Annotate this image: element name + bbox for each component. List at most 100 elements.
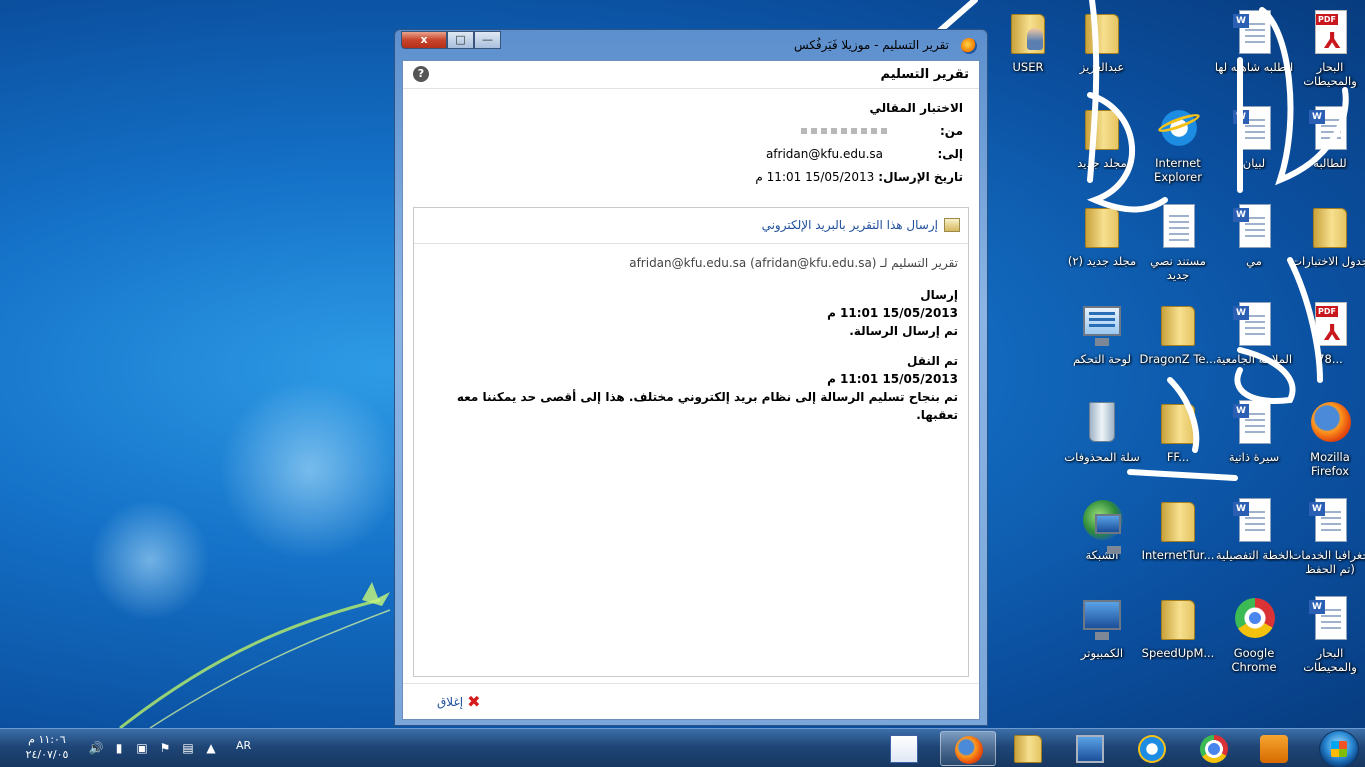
taskbar-button[interactable] [1246,731,1302,766]
start-button[interactable] [1319,730,1359,767]
firefox-icon [955,736,983,764]
desktop-icon-label: SpeedUpM... [1141,646,1215,660]
system-clock[interactable]: ١١:٠٦ م ٢٤/٠٧/٠٥ [16,732,78,762]
send-report-link[interactable]: إرسال هذا التقرير بالبريد الإلكتروني [762,218,938,232]
desktop-icon-label: سلة المحذوفات [1064,450,1140,464]
computer-icon [1079,594,1125,644]
desktop-icon[interactable]: مجلد جديد [1062,100,1142,192]
desktop-icon[interactable]: عبدالعزيز [1062,4,1142,96]
send-mail-icon [944,218,960,232]
word-icon [890,735,918,763]
desktop-icon[interactable]: Mozilla Firefox [1290,394,1365,486]
folder-icon [1079,202,1125,252]
folder-icon [1079,104,1125,154]
desktop-icon[interactable]: مجلد جديد (٢) [1062,198,1142,290]
desktop-icon-label: 78... [1317,352,1343,366]
event-text: تم إرسال الرسالة. [849,324,958,338]
from-value-redacted [801,128,891,134]
firefox-icon [1307,398,1353,448]
signal-icon[interactable]: ▮ [111,740,127,756]
date-label: تاريخ الإرسال: [878,170,963,184]
desktop-icon[interactable]: الكمبيوتر [1062,590,1142,682]
desktop-icon-label: الكمبيوتر [1080,646,1124,660]
event-relay: تم النقل 15/05/2013 11:01 م تم بنجاح تسل… [424,352,958,424]
desktop-icon[interactable]: USER [988,4,1068,96]
internet-explorer-icon [1138,735,1166,763]
desktop-icon-label: الطلبه شاهله لها [1214,60,1294,74]
desktop-icon[interactable]: Internet Explorer (بدء...) [1138,100,1218,192]
date-value: 15/05/2013 11:01 م [755,170,875,184]
word-doc-icon: W [1231,8,1277,58]
desktop-icon[interactable]: W للطالبة [1290,100,1365,192]
word-doc-icon: W [1307,594,1353,644]
event-text: تم بنجاح تسليم الرسالة إلى نظام بريد إلك… [456,390,958,422]
desktop-icon-label: للطالبة [1313,156,1347,170]
desktop-icon[interactable]: FF... [1138,394,1218,486]
subject: الاختبار المقالي [869,101,963,115]
desktop-icon[interactable]: SpeedUpM... [1138,590,1218,682]
taskbar-button[interactable] [940,731,996,766]
taskbar-button[interactable] [1124,731,1180,766]
word-doc-icon: W [1231,202,1277,252]
desktop-icon[interactable]: W البحار والمحيطات [1290,590,1365,682]
desktop-icon[interactable]: مستند نصي جديد [1138,198,1218,290]
folder-icon [1155,594,1201,644]
desktop-icon[interactable]: W مي [1214,198,1294,290]
language-indicator[interactable]: AR [236,739,251,752]
desktop-icon-label: الملاحة الجامعية [1215,352,1293,366]
desktop-icon-label: سيرة ذاتية [1228,450,1280,464]
desktop-icon-label: جدول الاختبارات [1291,254,1365,268]
folder-icon [1079,8,1125,58]
volume-icon[interactable]: 🔊 [88,740,104,756]
event-time: 15/05/2013 11:01 م [827,306,958,320]
folder-icon [1155,496,1201,546]
word-doc-icon: W [1231,104,1277,154]
caption-buttons: x □ — [401,31,501,51]
desktop-icon[interactable]: W الطلبه شاهله لها [1214,4,1294,96]
close-icon: ✖ [467,692,481,711]
close-button[interactable]: ✖ إغلاق [437,692,481,711]
taskbar-button[interactable] [1000,731,1056,766]
desktop-icon[interactable]: Wجغرافيا الخدمات (تم الحفظ تلقا... [1290,492,1365,584]
taskbar-button[interactable] [1186,731,1242,766]
desktop-icon[interactable]: InternetTur... [1138,492,1218,584]
desktop-icon[interactable]: W الخطة التفصيلية [1214,492,1294,584]
clock-time: ١١:٠٦ م [28,733,66,746]
desktop-icon[interactable]: جدول الاختبارات [1290,198,1365,290]
show-hidden-icons-icon[interactable]: ▲ [203,740,219,756]
desktop-icon-label: Internet Explorer (بدء...) [1154,156,1202,186]
action-center-flag-icon[interactable]: ⚑ [157,740,173,756]
desktop-icon[interactable]: W سيرة ذاتية [1214,394,1294,486]
window-close-button[interactable]: x [401,31,447,49]
desktop-icon[interactable]: سلة المحذوفات [1062,394,1142,486]
desktop-icon[interactable]: لوحة التحكم [1062,296,1142,388]
report-recipient: تقرير التسليم لـ afridan@kfu.edu.sa (afr… [629,256,958,270]
device-icon[interactable]: ▤ [180,740,196,756]
to-value: afridan@kfu.edu.sa [765,147,883,161]
desktop-icon-label: FF... [1166,450,1190,464]
taskbar-button[interactable] [1062,731,1118,766]
desktop-icon-label: جغرافيا الخدمات (تم الحفظ تلقا... [1290,548,1365,578]
text-doc-icon [1155,202,1201,252]
desktop-icon[interactable]: PDF ⅄ البحار والمحيطات [1290,4,1365,96]
desktop-icon[interactable]: W لبيان [1214,100,1294,192]
desktop-icon-label: البحار والمحيطات [1303,60,1357,88]
window-title: تقرير التسليم - موزيلا فَيَرفُكس [793,38,949,52]
desktop-icon[interactable]: الشبكة [1062,492,1142,584]
network-icon[interactable]: ▣ [134,740,150,756]
taskbar-button[interactable] [876,731,932,766]
desktop-icon[interactable]: PDF ⅄ 78... [1290,296,1365,388]
desktop-icon-label: الخطة التفصيلية [1215,548,1293,562]
desktop-icon[interactable]: Google Chrome [1214,590,1294,682]
dialog-footer: ✖ إغلاق [403,683,979,719]
desktop-icon[interactable]: W الملاحة الجامعية [1214,296,1294,388]
desktop-icon-label: عبدالعزيز [1079,60,1125,74]
window-maximize-button[interactable]: □ [447,31,474,49]
window-minimize-button[interactable]: — [474,31,501,49]
folder-icon [1155,300,1201,350]
desktop-icon-label: مستند نصي جديد [1150,254,1206,282]
desktop-icon[interactable]: DragonZ Te... [1138,296,1218,388]
user-folder-icon [1005,8,1051,58]
help-icon[interactable]: ? [413,66,429,82]
desktop-icon-label: Mozilla Firefox [1310,450,1350,478]
